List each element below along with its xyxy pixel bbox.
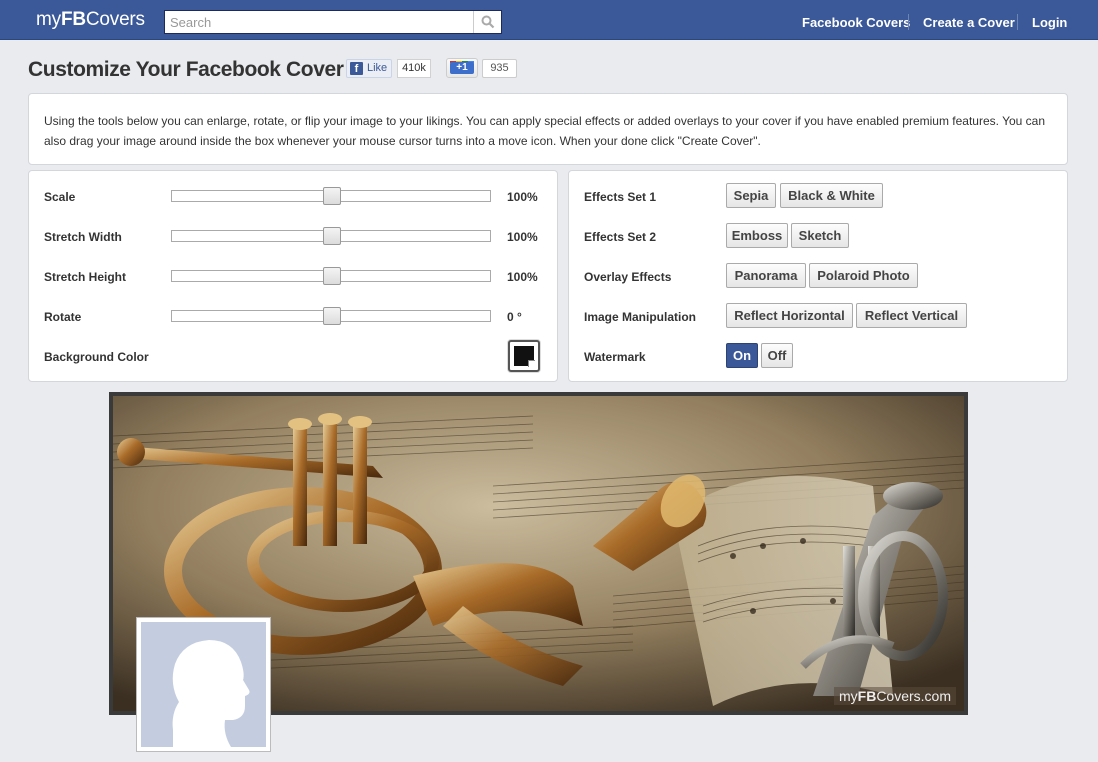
stretch-width-slider[interactable]: [171, 227, 491, 245]
stretch-height-slider-handle[interactable]: [323, 267, 341, 285]
profile-avatar: [141, 622, 266, 747]
scale-value: 100%: [507, 190, 538, 204]
stretch-height-slider[interactable]: [171, 267, 491, 285]
overlay-effects-label: Overlay Effects: [584, 270, 672, 284]
picker-corner-icon: [528, 360, 535, 367]
like-label: Like: [367, 62, 388, 74]
watermark-prefix: my: [838, 688, 858, 704]
watermark-bold: FB: [857, 688, 877, 704]
watermark-off-button[interactable]: Off: [761, 343, 793, 368]
search-button[interactable]: [473, 11, 501, 33]
scale-slider-handle[interactable]: [323, 187, 341, 205]
top-navigation-bar: myFBCovers Facebook Covers Create a Cove…: [0, 0, 1098, 40]
instructions-panel: Using the tools below you can enlarge, r…: [28, 93, 1068, 165]
google-plus-button[interactable]: +1: [446, 58, 478, 78]
site-logo[interactable]: myFBCovers: [36, 9, 145, 31]
instructions-text: Using the tools below you can enlarge, r…: [44, 114, 1046, 148]
reflect-horizontal-button[interactable]: Reflect Horizontal: [726, 303, 853, 328]
facebook-like-button[interactable]: f Like: [346, 59, 392, 78]
watermark-suffix: Covers.com: [876, 688, 951, 704]
nav-create-a-cover[interactable]: Create a Cover: [923, 15, 1015, 30]
nav-divider: [908, 14, 909, 30]
black-and-white-button[interactable]: Black & White: [780, 183, 883, 208]
logo-suffix: Covers: [85, 9, 145, 30]
logo-bold: FB: [60, 9, 86, 30]
background-color-picker[interactable]: [508, 340, 540, 372]
sepia-button[interactable]: Sepia: [726, 183, 776, 208]
stretch-width-value: 100%: [507, 230, 538, 244]
stretch-height-value: 100%: [507, 270, 538, 284]
effects-set-1-label: Effects Set 1: [584, 190, 657, 204]
polaroid-photo-button[interactable]: Polaroid Photo: [809, 263, 918, 288]
page-title: Customize Your Facebook Cover: [28, 58, 344, 81]
effects-panel: Effects Set 1 Sepia Black & White Effect…: [568, 170, 1068, 382]
nav-facebook-covers[interactable]: Facebook Covers: [802, 15, 910, 30]
watermark-on-button[interactable]: On: [726, 343, 758, 368]
effects-set-2-label: Effects Set 2: [584, 230, 657, 244]
rotate-slider[interactable]: [171, 307, 491, 325]
scale-label: Scale: [44, 190, 76, 204]
default-avatar-silhouette-icon: [172, 640, 250, 747]
watermark-label: Watermark: [584, 350, 646, 364]
search-input[interactable]: [165, 11, 473, 33]
nav-login[interactable]: Login: [1032, 15, 1067, 30]
cover-watermark: myFBCovers.com: [833, 687, 956, 705]
panorama-button[interactable]: Panorama: [726, 263, 806, 288]
emboss-button[interactable]: Emboss: [726, 223, 788, 248]
google-plus-label: +1: [450, 62, 474, 74]
profile-picture-placeholder: [136, 617, 271, 752]
rotate-slider-handle[interactable]: [323, 307, 341, 325]
search-icon: [481, 15, 495, 29]
stretch-width-slider-handle[interactable]: [323, 227, 341, 245]
nav-divider: [1017, 14, 1018, 30]
scale-slider[interactable]: [171, 187, 491, 205]
like-count: 410k: [397, 59, 431, 78]
rotate-label: Rotate: [44, 310, 82, 324]
search-box: [164, 10, 502, 34]
stretch-height-label: Stretch Height: [44, 270, 127, 284]
background-color-label: Background Color: [44, 350, 149, 364]
rotate-value: 0 °: [507, 310, 522, 324]
transform-controls-panel: Scale 100% Stretch Width 100% Stretch He…: [28, 170, 558, 382]
sketch-button[interactable]: Sketch: [791, 223, 849, 248]
facebook-icon: f: [350, 62, 363, 75]
google-plus-count: 935: [482, 59, 517, 78]
image-manipulation-label: Image Manipulation: [584, 310, 697, 324]
logo-prefix: my: [36, 9, 61, 30]
stretch-width-label: Stretch Width: [44, 230, 122, 244]
reflect-vertical-button[interactable]: Reflect Vertical: [856, 303, 967, 328]
